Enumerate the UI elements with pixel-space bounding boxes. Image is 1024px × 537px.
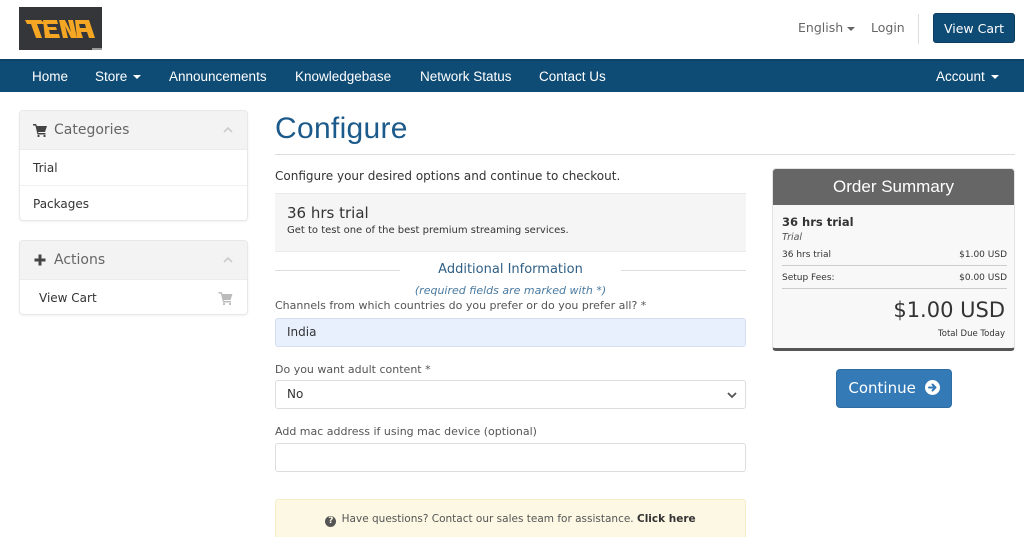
nav-store[interactable]: Store xyxy=(95,61,142,92)
nav-account[interactable]: Account xyxy=(936,61,999,92)
action-view-cart-label: View Cart xyxy=(39,291,97,305)
help-text: Have questions? Contact our sales team f… xyxy=(341,513,634,525)
continue-button[interactable]: Continue xyxy=(836,369,952,408)
adult-content-value: No xyxy=(287,387,304,401)
plus-icon xyxy=(34,254,46,266)
required-fields-note: (required fields are marked with *) xyxy=(414,284,607,297)
product-info-box: 36 hrs trial Get to test one of the best… xyxy=(275,193,746,252)
question-circle-icon: ? xyxy=(325,516,337,527)
summary-line: Setup Fees: $0.00 USD xyxy=(782,273,1007,283)
product-name: 36 hrs trial xyxy=(287,204,369,222)
nav-home[interactable]: Home xyxy=(32,61,68,92)
summary-line-value: $1.00 USD xyxy=(959,250,1007,260)
nav-network-status[interactable]: Network Status xyxy=(420,61,512,92)
summary-divider xyxy=(782,265,1007,266)
order-summary-title: Order Summary xyxy=(773,169,1014,205)
main-navbar: Home Store Announcements Knowledgebase N… xyxy=(0,59,1024,92)
channels-input[interactable]: India xyxy=(275,318,746,347)
arrow-circle-right-icon xyxy=(924,380,940,395)
action-view-cart[interactable]: View Cart xyxy=(20,280,247,314)
summary-total: $1.00 USD xyxy=(893,298,1005,322)
summary-divider xyxy=(782,288,1007,289)
mac-address-label: Add mac address if using mac device (opt… xyxy=(275,425,537,438)
summary-line-label: Setup Fees: xyxy=(782,273,835,283)
category-item-packages[interactable]: Packages xyxy=(20,186,247,220)
adult-content-select[interactable]: No xyxy=(275,380,746,409)
logo-wordmark-icon xyxy=(25,20,95,38)
summary-total-label: Total Due Today xyxy=(938,329,1005,339)
top-header: English Login View Cart xyxy=(0,0,1024,59)
caret-down-icon xyxy=(847,26,856,31)
channels-field-label: Channels from which countries do you pre… xyxy=(275,299,647,312)
summary-product-name: 36 hrs trial xyxy=(782,215,854,229)
header-divider xyxy=(918,14,919,44)
help-link[interactable]: Click here xyxy=(637,513,696,525)
nav-contact-us[interactable]: Contact Us xyxy=(539,61,606,92)
divider-left xyxy=(275,270,400,271)
help-message: ? Have questions? Contact our sales team… xyxy=(276,513,745,527)
nav-store-label: Store xyxy=(95,69,128,84)
summary-line: 36 hrs trial $1.00 USD xyxy=(782,250,1007,260)
categories-panel: Categories Trial Packages xyxy=(19,110,248,221)
divider-right xyxy=(621,270,746,271)
title-divider xyxy=(275,154,1015,155)
actions-title: Actions xyxy=(54,252,106,268)
mac-address-input[interactable] xyxy=(275,443,746,472)
page-title: Configure xyxy=(275,112,408,145)
category-item-trial[interactable]: Trial xyxy=(20,150,247,186)
view-cart-button[interactable]: View Cart xyxy=(933,13,1015,43)
nav-announcements[interactable]: Announcements xyxy=(169,61,267,92)
additional-info-heading: Additional Information xyxy=(438,262,583,277)
chevron-up-icon[interactable] xyxy=(223,255,233,265)
language-selector[interactable]: English xyxy=(798,20,856,35)
logo-underline xyxy=(92,48,102,50)
continue-label: Continue xyxy=(848,379,916,397)
actions-panel-header[interactable]: Actions xyxy=(20,241,247,280)
categories-title: Categories xyxy=(54,122,130,138)
categories-panel-header[interactable]: Categories xyxy=(20,111,247,150)
summary-line-value: $0.00 USD xyxy=(959,273,1007,283)
summary-line-label: 36 hrs trial xyxy=(782,250,832,260)
summary-product-group: Trial xyxy=(782,232,803,243)
chevron-up-icon[interactable] xyxy=(223,125,233,135)
actions-panel: Actions View Cart xyxy=(19,240,248,315)
order-summary: Order Summary 36 hrs trial Trial 36 hrs … xyxy=(772,168,1015,351)
language-label: English xyxy=(798,20,844,35)
caret-down-icon xyxy=(133,75,142,80)
chevron-down-icon xyxy=(727,392,737,399)
product-description: Get to test one of the best premium stre… xyxy=(287,225,569,236)
shopping-cart-icon xyxy=(218,292,233,305)
caret-down-icon xyxy=(990,75,999,80)
nav-knowledgebase[interactable]: Knowledgebase xyxy=(295,61,391,92)
login-link[interactable]: Login xyxy=(871,20,905,35)
site-logo[interactable] xyxy=(19,7,102,50)
adult-content-label: Do you want adult content * xyxy=(275,363,431,376)
shopping-cart-icon xyxy=(33,124,47,137)
nav-account-label: Account xyxy=(936,69,985,84)
help-alert: ? Have questions? Contact our sales team… xyxy=(275,499,746,537)
intro-text: Configure your desired options and conti… xyxy=(275,169,621,183)
